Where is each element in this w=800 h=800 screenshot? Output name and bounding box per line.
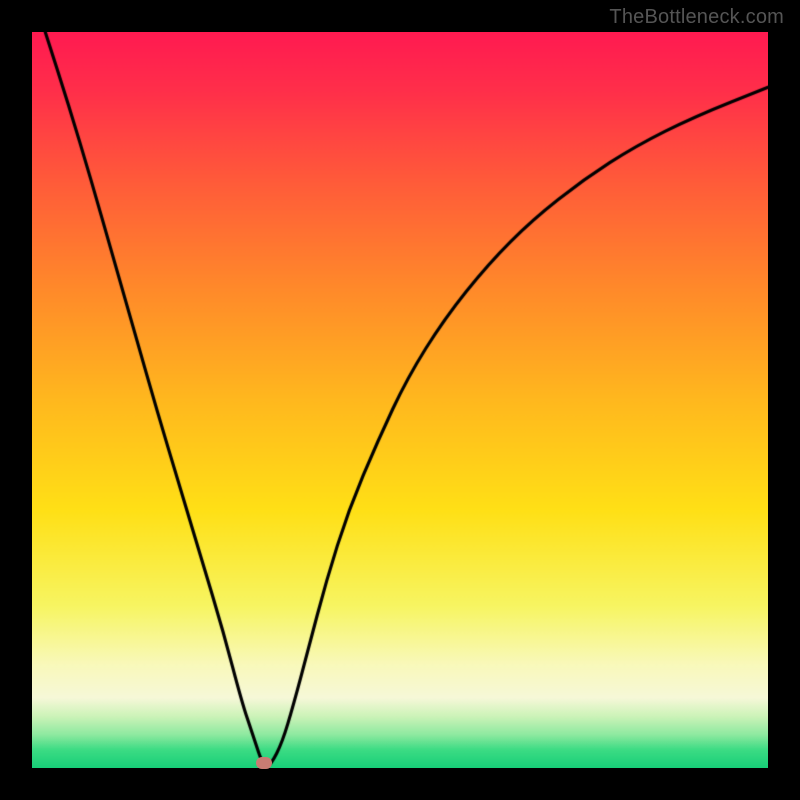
optimum-marker	[256, 757, 272, 769]
bottleneck-curve	[32, 32, 768, 768]
watermark-text: TheBottleneck.com	[609, 6, 784, 29]
chart-frame: TheBottleneck.com	[0, 0, 800, 800]
